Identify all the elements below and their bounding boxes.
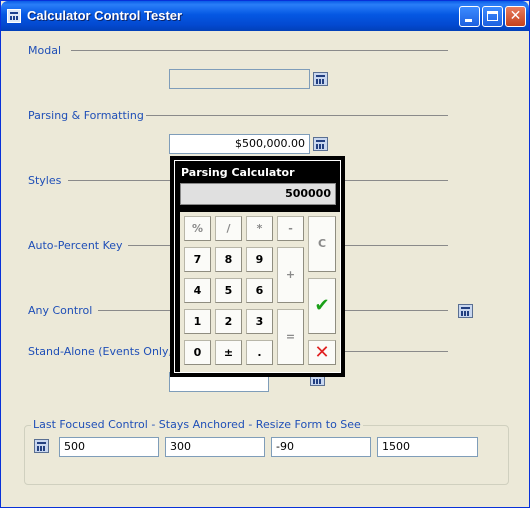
percent-key[interactable]: % [184, 216, 211, 241]
decimal-key[interactable]: . [246, 340, 273, 365]
section-divider [71, 50, 448, 51]
digit-8-key[interactable]: 8 [215, 247, 242, 272]
plus-key[interactable]: + [277, 247, 304, 303]
ok-check-icon[interactable]: ✔ [308, 278, 336, 334]
calculator-icon[interactable] [313, 72, 328, 86]
section-divider [128, 245, 172, 246]
digit-9-key[interactable]: 9 [246, 247, 273, 272]
digit-1-key[interactable]: 1 [184, 309, 211, 334]
section-divider [344, 180, 448, 181]
close-button[interactable]: ✕ [505, 6, 526, 27]
title-bar[interactable]: Calculator Control Tester ✕ [1, 1, 529, 31]
section-divider [344, 310, 448, 311]
group-field-1[interactable]: 500 [59, 437, 159, 457]
equals-key[interactable]: = [277, 309, 304, 365]
digit-4-key[interactable]: 4 [184, 278, 211, 303]
group-field-4[interactable]: 1500 [377, 437, 478, 457]
group-field-2[interactable]: 300 [165, 437, 265, 457]
section-label-any-control: Any Control [28, 304, 93, 317]
divide-key[interactable]: / [215, 216, 242, 241]
cancel-cross-icon[interactable]: ✕ [308, 340, 336, 365]
calculator-icon[interactable] [34, 439, 49, 453]
digit-6-key[interactable]: 6 [246, 278, 273, 303]
section-label-auto-percent: Auto-Percent Key [28, 239, 123, 252]
digit-2-key[interactable]: 2 [215, 309, 242, 334]
calculator-app-icon [7, 9, 21, 23]
section-divider [98, 310, 172, 311]
digit-7-key[interactable]: 7 [184, 247, 211, 272]
section-label-stand-alone: Stand-Alone (Events Only, n [28, 345, 183, 358]
calculator-title: Parsing Calculator [181, 166, 295, 179]
minus-key[interactable]: - [277, 216, 304, 241]
calculator-icon[interactable] [313, 137, 328, 151]
calculator-frame: Parsing Calculator 500000 % / * - C 7 8 … [174, 160, 341, 373]
group-label: Last Focused Control - Stays Anchored - … [31, 418, 363, 431]
section-divider [146, 115, 448, 116]
modal-field[interactable] [169, 69, 310, 89]
calculator-popup: Parsing Calculator 500000 % / * - C 7 8 … [170, 156, 345, 377]
calculator-keypad: % / * - C 7 8 9 + 4 5 6 ✔ 1 2 3 = 0 ± . [180, 212, 340, 372]
parsing-field[interactable]: $500,000.00 [169, 134, 310, 154]
calculator-icon[interactable] [458, 304, 473, 318]
minimize-button[interactable] [459, 6, 480, 27]
section-divider [68, 180, 172, 181]
digit-5-key[interactable]: 5 [215, 278, 242, 303]
digit-3-key[interactable]: 3 [246, 309, 273, 334]
close-icon: ✕ [509, 8, 522, 24]
group-field-3[interactable]: -90 [271, 437, 371, 457]
section-label-styles: Styles [28, 174, 62, 187]
multiply-key[interactable]: * [246, 216, 273, 241]
maximize-button[interactable] [482, 6, 503, 27]
section-label-parsing: Parsing & Formatting [28, 109, 144, 122]
section-label-modal: Modal [28, 44, 61, 57]
digit-0-key[interactable]: 0 [184, 340, 211, 365]
section-divider [344, 351, 448, 352]
window-title: Calculator Control Tester [27, 8, 183, 23]
calculator-display: 500000 [180, 183, 336, 205]
main-window: Calculator Control Tester ✕ Modal Parsin… [0, 0, 530, 508]
plus-minus-key[interactable]: ± [215, 340, 242, 365]
section-divider [344, 245, 448, 246]
clear-key[interactable]: C [308, 216, 336, 272]
